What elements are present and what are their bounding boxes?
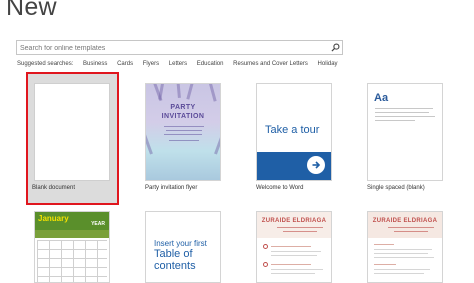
search-input[interactable] bbox=[20, 42, 320, 54]
suggested-education[interactable]: Education bbox=[197, 61, 224, 67]
toc-title: Table of contents bbox=[154, 248, 196, 272]
text-line bbox=[374, 244, 394, 245]
suggested-searches: Suggested searches: Business Cards Flyer… bbox=[17, 61, 346, 67]
text-line bbox=[169, 140, 199, 141]
calendar-month: January bbox=[38, 214, 69, 223]
text-line bbox=[375, 116, 435, 117]
aa-heading: Aa bbox=[374, 92, 389, 104]
leaf-decoration bbox=[214, 132, 220, 155]
search-icon bbox=[330, 43, 339, 52]
resume-subline bbox=[283, 231, 317, 232]
text-line bbox=[374, 269, 430, 270]
leaf-decoration bbox=[146, 132, 153, 155]
tour-thumbnail: Take a tour bbox=[256, 83, 332, 181]
suggested-resumes[interactable]: Resumes and Cover Letters bbox=[233, 61, 308, 67]
suggested-flyers[interactable]: Flyers bbox=[143, 61, 159, 67]
leaf-decoration bbox=[176, 84, 181, 99]
calendar-year: YEAR bbox=[91, 221, 105, 227]
text-line bbox=[374, 257, 434, 258]
leaf-decoration bbox=[158, 84, 165, 100]
text-line bbox=[164, 126, 204, 127]
resume-header-band bbox=[257, 212, 331, 238]
text-line bbox=[375, 112, 429, 113]
resume-header-band bbox=[368, 212, 442, 238]
resume-name: ZURAIDE ELDRIAGA bbox=[261, 218, 327, 224]
calendar-thumbnail: January YEAR bbox=[34, 211, 110, 283]
calendar-grid bbox=[37, 240, 107, 282]
resume-subline bbox=[388, 227, 434, 228]
suggested-letters[interactable]: Letters bbox=[169, 61, 187, 67]
leaf-decoration bbox=[208, 84, 217, 102]
search-box bbox=[16, 40, 343, 55]
suggested-business[interactable]: Business bbox=[83, 61, 107, 67]
calendar-image-strip bbox=[35, 230, 109, 238]
resume-subline bbox=[277, 227, 323, 228]
page-title: New bbox=[6, 0, 57, 21]
single-spaced-thumbnail: Aa bbox=[367, 83, 443, 181]
party-subtitle: INVITATION bbox=[161, 113, 205, 120]
leaf-decoration bbox=[186, 84, 195, 100]
text-line bbox=[375, 108, 433, 109]
resume-name: ZURAIDE ELDRIAGA bbox=[372, 218, 438, 224]
text-line bbox=[271, 269, 323, 270]
tour-text: Take a tour bbox=[265, 124, 320, 136]
resume-thumbnail: ZURAIDE ELDRIAGA bbox=[256, 211, 332, 283]
tour-arrow-button bbox=[307, 156, 325, 174]
resume-dot-icon bbox=[263, 244, 268, 249]
text-line bbox=[271, 255, 317, 256]
text-line bbox=[375, 120, 415, 121]
text-line bbox=[271, 264, 311, 265]
template-caption: Welcome to Word bbox=[256, 185, 304, 191]
search-button[interactable] bbox=[328, 41, 342, 54]
text-line bbox=[374, 273, 424, 274]
text-line bbox=[164, 134, 202, 135]
text-line bbox=[374, 264, 396, 265]
template-caption: Party invitation flyer bbox=[145, 185, 198, 191]
suggested-holiday[interactable]: Holiday bbox=[318, 61, 338, 67]
toc-small-text: Insert your first bbox=[154, 239, 207, 248]
resume-dot-icon bbox=[263, 262, 268, 267]
arrow-right-icon bbox=[312, 161, 321, 169]
party-title: PARTY bbox=[170, 104, 196, 111]
text-line bbox=[271, 251, 321, 252]
resume-thumbnail: ZURAIDE ELDRIAGA bbox=[367, 211, 443, 283]
text-line bbox=[374, 253, 428, 254]
resume-subline bbox=[394, 231, 428, 232]
text-line bbox=[271, 273, 315, 274]
toc-thumbnail: Insert your first Table of contents bbox=[145, 211, 221, 283]
suggested-cards[interactable]: Cards bbox=[117, 61, 133, 67]
selection-outline bbox=[26, 72, 119, 205]
party-thumbnail: PARTY INVITATION bbox=[145, 83, 221, 181]
text-line bbox=[166, 130, 202, 131]
text-line bbox=[271, 246, 311, 247]
template-caption: Single spaced (blank) bbox=[367, 185, 425, 191]
text-line bbox=[374, 249, 432, 250]
suggested-label: Suggested searches: bbox=[17, 61, 74, 67]
